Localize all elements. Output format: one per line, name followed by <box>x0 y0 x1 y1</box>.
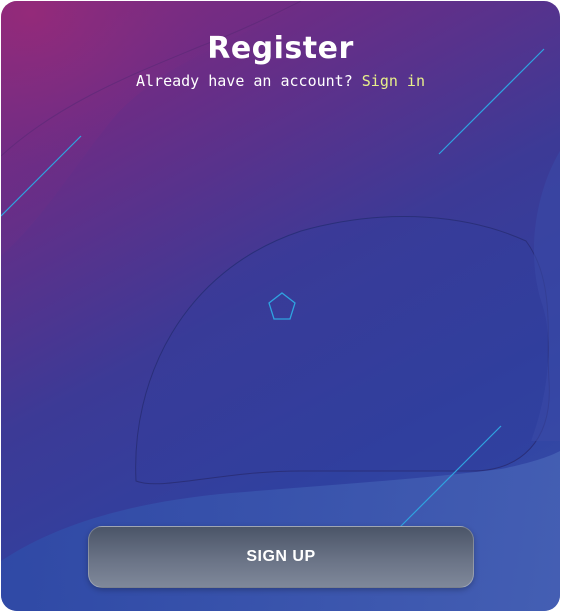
register-card: Register Already have an account? Sign i… <box>1 1 560 611</box>
center-blob-shape <box>135 216 550 485</box>
background-decoration <box>1 1 560 611</box>
page-title: Register <box>207 31 354 66</box>
signin-prompt: Already have an account? Sign in <box>1 72 560 90</box>
signin-link[interactable]: Sign in <box>362 72 425 90</box>
signup-button[interactable]: SIGN UP <box>88 526 474 588</box>
signin-prompt-text: Already have an account? <box>136 72 353 90</box>
